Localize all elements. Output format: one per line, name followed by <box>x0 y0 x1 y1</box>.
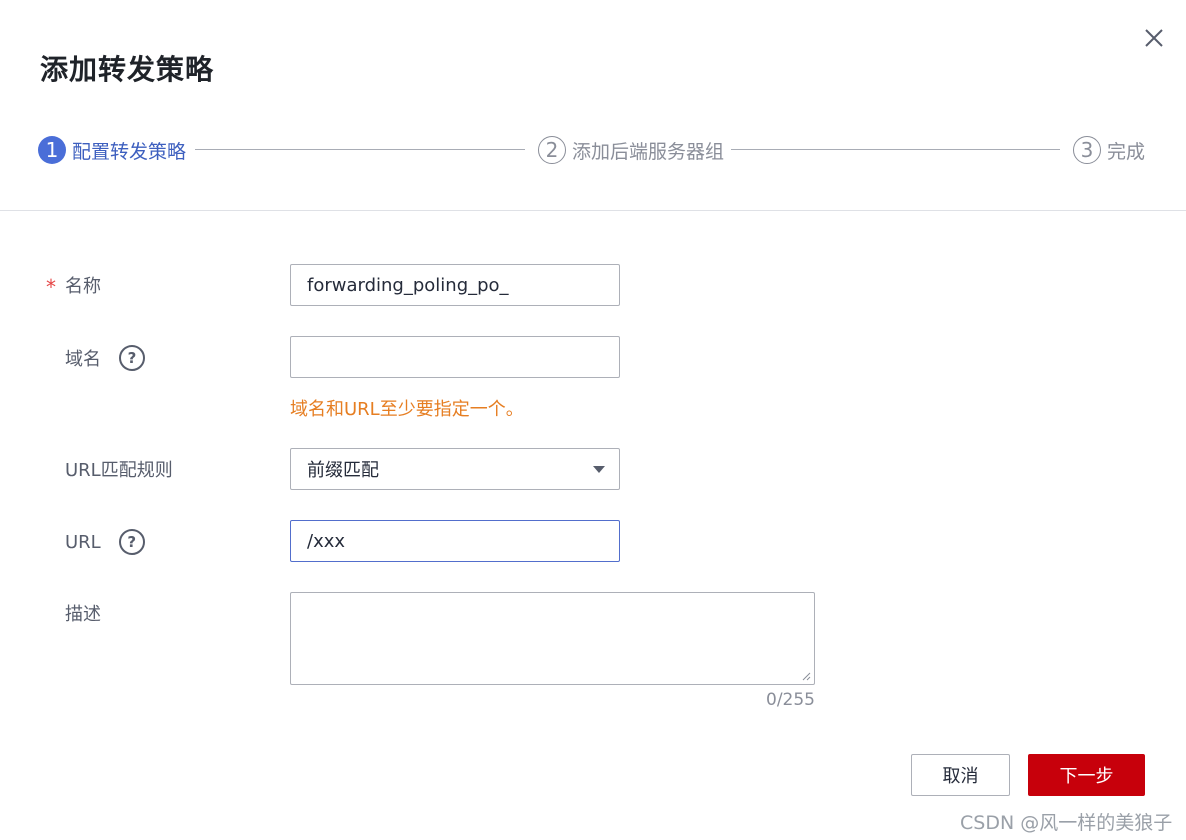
step-connector <box>195 149 525 150</box>
required-mark: * <box>46 275 56 299</box>
name-input[interactable]: forwarding_poling_po_ <box>290 264 620 306</box>
step-number: 3 <box>1073 136 1101 164</box>
step-finish: 3 完成 <box>1073 135 1145 165</box>
description-textarea[interactable] <box>290 592 815 685</box>
domain-label: 域名 ? <box>65 344 145 372</box>
step-add-backend-group: 2 添加后端服务器组 <box>538 135 724 165</box>
step-number: 2 <box>538 136 566 164</box>
description-label-text: 描述 <box>65 604 101 625</box>
header-divider <box>0 210 1186 211</box>
url-label: URL ? <box>65 528 145 556</box>
url-input[interactable]: /xxx <box>290 520 620 562</box>
stepper: 1 配置转发策略 2 添加后端服务器组 3 完成 <box>0 130 1186 170</box>
url-match-rule-value: 前缀匹配 <box>307 460 379 481</box>
name-label-text: 名称 <box>65 276 101 297</box>
step-number: 1 <box>38 136 66 164</box>
cancel-button[interactable]: 取消 <box>911 754 1010 796</box>
url-input-value: /xxx <box>307 530 346 552</box>
description-label: 描述 <box>65 600 101 626</box>
url-label-text: URL <box>65 531 101 553</box>
url-match-rule-label: URL匹配规则 <box>65 456 173 482</box>
name-label: 名称 <box>65 272 101 298</box>
url-match-rule-select[interactable]: 前缀匹配 <box>290 448 620 490</box>
step-label: 配置转发策略 <box>72 140 187 163</box>
caret-down-icon <box>593 466 605 473</box>
question-icon[interactable]: ? <box>119 345 145 371</box>
step-label: 完成 <box>1107 140 1146 163</box>
step-label: 添加后端服务器组 <box>572 140 725 163</box>
step-configure: 1 配置转发策略 <box>38 135 186 165</box>
domain-input[interactable] <box>290 336 620 378</box>
name-input-value: forwarding_poling_po_ <box>307 274 509 296</box>
domain-label-text: 域名 <box>65 349 101 370</box>
next-step-button[interactable]: 下一步 <box>1028 754 1145 796</box>
dialog-title: 添加转发策略 <box>40 53 215 86</box>
description-char-counter: 0/255 <box>766 690 815 710</box>
watermark: CSDN @风一样的美狼子 <box>960 812 1173 834</box>
resize-grip-icon[interactable] <box>801 671 811 681</box>
step-connector <box>731 149 1060 150</box>
url-match-rule-label-text: URL匹配规则 <box>65 460 173 481</box>
question-icon[interactable]: ? <box>118 529 145 555</box>
domain-url-hint: 域名和URL至少要指定一个。 <box>290 399 524 420</box>
close-icon[interactable] <box>1140 24 1168 52</box>
